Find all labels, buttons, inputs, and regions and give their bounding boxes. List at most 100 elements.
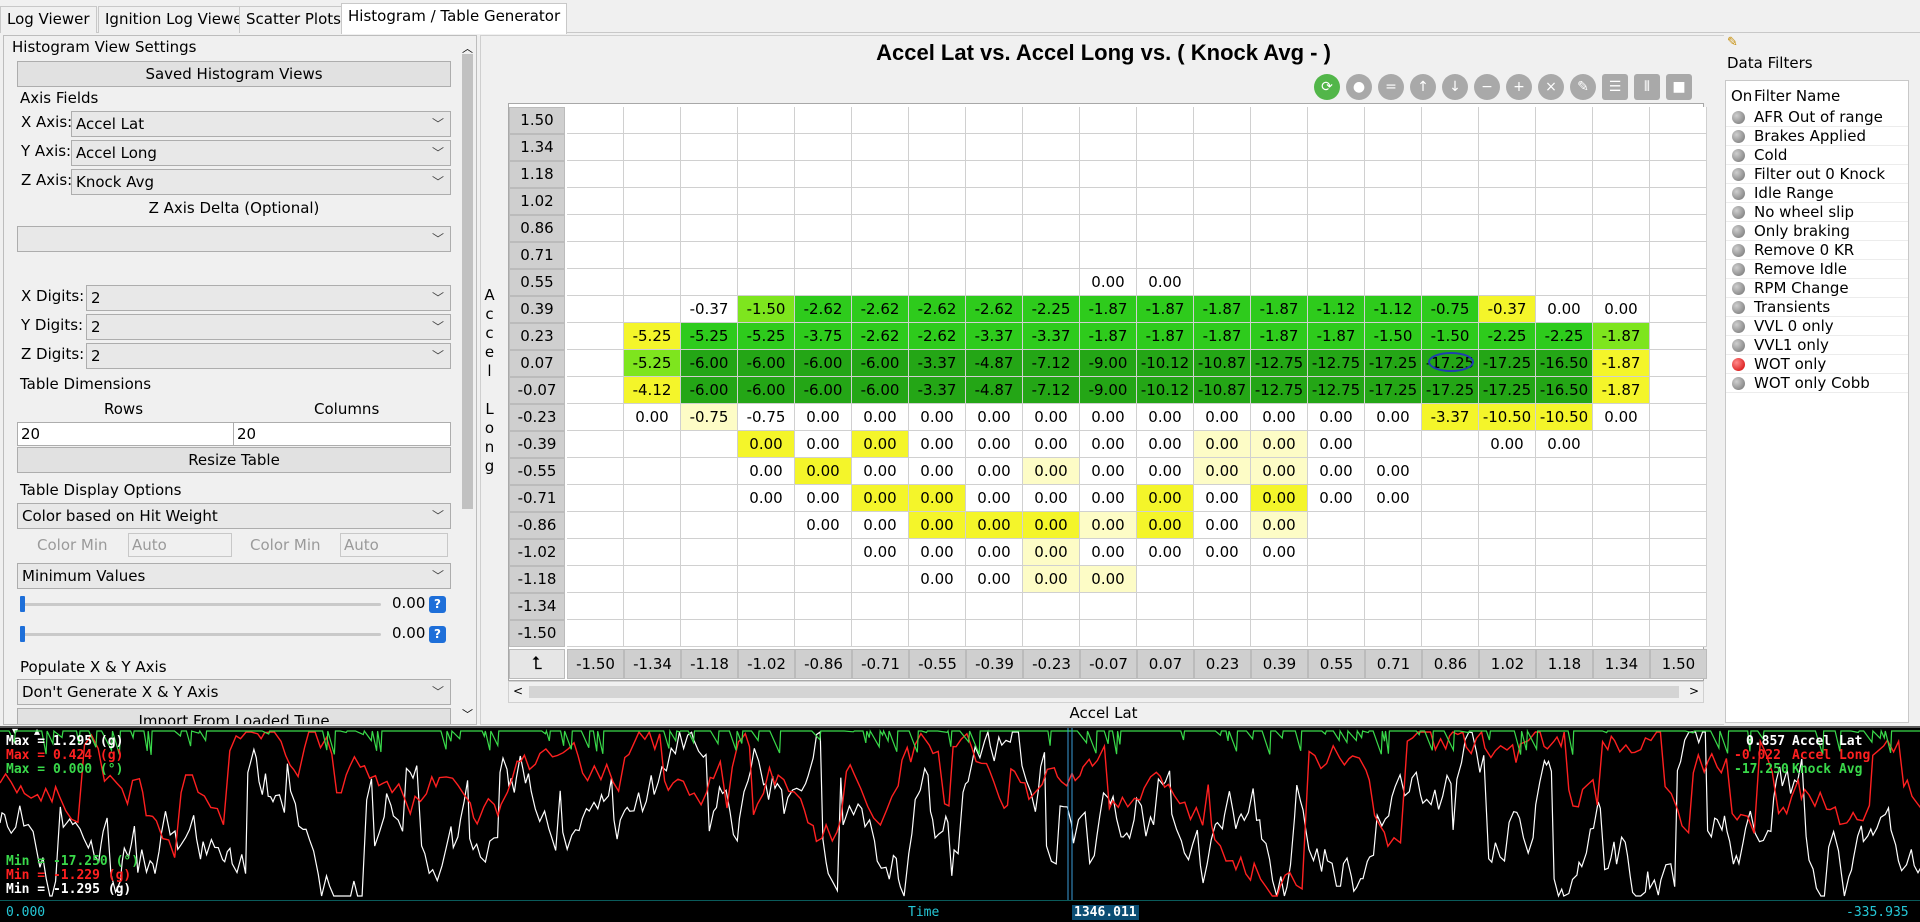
log-graph[interactable]: ▾ ▴ Max = 1.295 (g) Max = 0.424 (g) Max …	[0, 726, 1920, 922]
table-cell[interactable]	[1308, 269, 1365, 296]
table-cell[interactable]: -1.87	[1137, 296, 1194, 323]
table-cell[interactable]: -3.37	[909, 377, 966, 404]
table-cell[interactable]	[1536, 215, 1593, 242]
table-cell[interactable]: 0.00	[738, 458, 795, 485]
table-cell[interactable]	[1365, 188, 1422, 215]
table-cell[interactable]: 0.00	[966, 485, 1023, 512]
table-cell[interactable]	[1650, 350, 1707, 377]
table-cell[interactable]	[1650, 458, 1707, 485]
table-cell[interactable]: 0.00	[966, 404, 1023, 431]
table-cell[interactable]: 0.00	[909, 404, 966, 431]
table-cell[interactable]: 0.00	[1194, 512, 1251, 539]
table-cell[interactable]: -10.12	[1137, 377, 1194, 404]
table-cell[interactable]	[624, 188, 681, 215]
table-cell[interactable]	[1422, 269, 1479, 296]
table-cell[interactable]	[1023, 269, 1080, 296]
table-cell[interactable]	[1650, 107, 1707, 134]
filter-row[interactable]: No wheel slip	[1726, 203, 1908, 222]
table-cell[interactable]: -2.25	[1023, 296, 1080, 323]
table-cell[interactable]	[1593, 512, 1650, 539]
table-cell[interactable]	[1365, 620, 1422, 647]
table-cell[interactable]	[1650, 566, 1707, 593]
table-cell[interactable]	[567, 620, 624, 647]
table-cell[interactable]	[1650, 620, 1707, 647]
table-cell[interactable]: -1.50	[1422, 323, 1479, 350]
table-cell[interactable]	[1251, 566, 1308, 593]
saved-views-button[interactable]: Saved Histogram Views	[17, 61, 451, 87]
edit-filters-icon[interactable]: ✎	[1727, 35, 1738, 50]
z-delta-select[interactable]: ﹀	[17, 226, 451, 252]
table-cell[interactable]	[1422, 485, 1479, 512]
tab-scatter-plots[interactable]: Scatter Plots	[239, 6, 348, 33]
table-cell[interactable]: -10.12	[1137, 350, 1194, 377]
table-cell[interactable]	[1080, 107, 1137, 134]
table-cell[interactable]	[1479, 215, 1536, 242]
table-cell[interactable]	[1137, 620, 1194, 647]
table-cell[interactable]	[624, 431, 681, 458]
table-cell[interactable]	[738, 512, 795, 539]
table-cell[interactable]: 0.00	[909, 566, 966, 593]
table-cell[interactable]	[795, 161, 852, 188]
table-cell[interactable]: 0.00	[1023, 566, 1080, 593]
table-cell[interactable]: 0.00	[1251, 485, 1308, 512]
plus-tool-icon[interactable]: +	[1506, 74, 1532, 100]
filter-row[interactable]: Cold	[1726, 146, 1908, 165]
table-cell[interactable]	[795, 215, 852, 242]
table-cell[interactable]: -2.62	[909, 323, 966, 350]
table-cell[interactable]: -17.25	[1479, 377, 1536, 404]
table-cell[interactable]: 0.00	[1194, 404, 1251, 431]
table-cell[interactable]: -1.87	[1593, 377, 1650, 404]
horizontal-scrollbar-thumb[interactable]	[529, 686, 1679, 698]
table-cell[interactable]	[1593, 107, 1650, 134]
table-cell[interactable]: 0.00	[1365, 458, 1422, 485]
table-cell[interactable]	[795, 269, 852, 296]
equal-tool-icon[interactable]: =	[1378, 74, 1404, 100]
table-cell[interactable]	[1194, 242, 1251, 269]
table-cell[interactable]	[681, 188, 738, 215]
table-cell[interactable]	[1536, 269, 1593, 296]
table-cell[interactable]: -12.75	[1251, 350, 1308, 377]
table-cell[interactable]: 0.00	[1365, 485, 1422, 512]
table-cell[interactable]	[852, 593, 909, 620]
import-from-tune-button[interactable]: Import From Loaded Tune	[17, 708, 451, 724]
close-tool-icon[interactable]: ×	[1538, 74, 1564, 100]
table-cell[interactable]: 0.00	[1593, 296, 1650, 323]
table-cell[interactable]	[1650, 269, 1707, 296]
table-cell[interactable]	[1023, 134, 1080, 161]
table-cell[interactable]: 0.00	[738, 485, 795, 512]
table-cell[interactable]: -17.25	[1422, 377, 1479, 404]
tab-histogram-table-generator[interactable]: Histogram / Table Generator	[341, 3, 568, 34]
table-cell[interactable]: -5.25	[738, 323, 795, 350]
table-cell[interactable]: -1.87	[1137, 323, 1194, 350]
table-cell[interactable]	[795, 107, 852, 134]
table-cell[interactable]	[966, 134, 1023, 161]
table-cell[interactable]	[624, 458, 681, 485]
table-cell[interactable]	[1023, 242, 1080, 269]
table-cell[interactable]	[1365, 512, 1422, 539]
table-cell[interactable]: -12.75	[1308, 377, 1365, 404]
table-cell[interactable]: 0.00	[852, 431, 909, 458]
table-cell[interactable]	[567, 242, 624, 269]
table-cell[interactable]: -10.87	[1194, 377, 1251, 404]
filter-row[interactable]: RPM Change	[1726, 279, 1908, 298]
table-cell[interactable]: -0.37	[681, 296, 738, 323]
z-axis-select[interactable]: Knock Avg ﹀	[71, 169, 451, 195]
table-cell[interactable]	[567, 161, 624, 188]
filter-toggle-icon[interactable]	[1732, 282, 1745, 295]
table-cell[interactable]	[1137, 161, 1194, 188]
scrollbar-thumb[interactable]	[462, 54, 473, 509]
table-cell[interactable]	[1650, 296, 1707, 323]
table-cell[interactable]	[567, 350, 624, 377]
table-cell[interactable]	[681, 620, 738, 647]
table-cell[interactable]	[966, 620, 1023, 647]
table-cell[interactable]	[681, 134, 738, 161]
table-cell[interactable]	[738, 539, 795, 566]
table-cell[interactable]	[1422, 134, 1479, 161]
table-cell[interactable]	[1536, 188, 1593, 215]
table-cell[interactable]	[1422, 458, 1479, 485]
table-cell[interactable]: -12.75	[1308, 350, 1365, 377]
filter-row[interactable]: Transients	[1726, 298, 1908, 317]
filter-row[interactable]: VVL1 only	[1726, 336, 1908, 355]
filter-row[interactable]: Remove 0 KR	[1726, 241, 1908, 260]
table-cell[interactable]	[1479, 620, 1536, 647]
